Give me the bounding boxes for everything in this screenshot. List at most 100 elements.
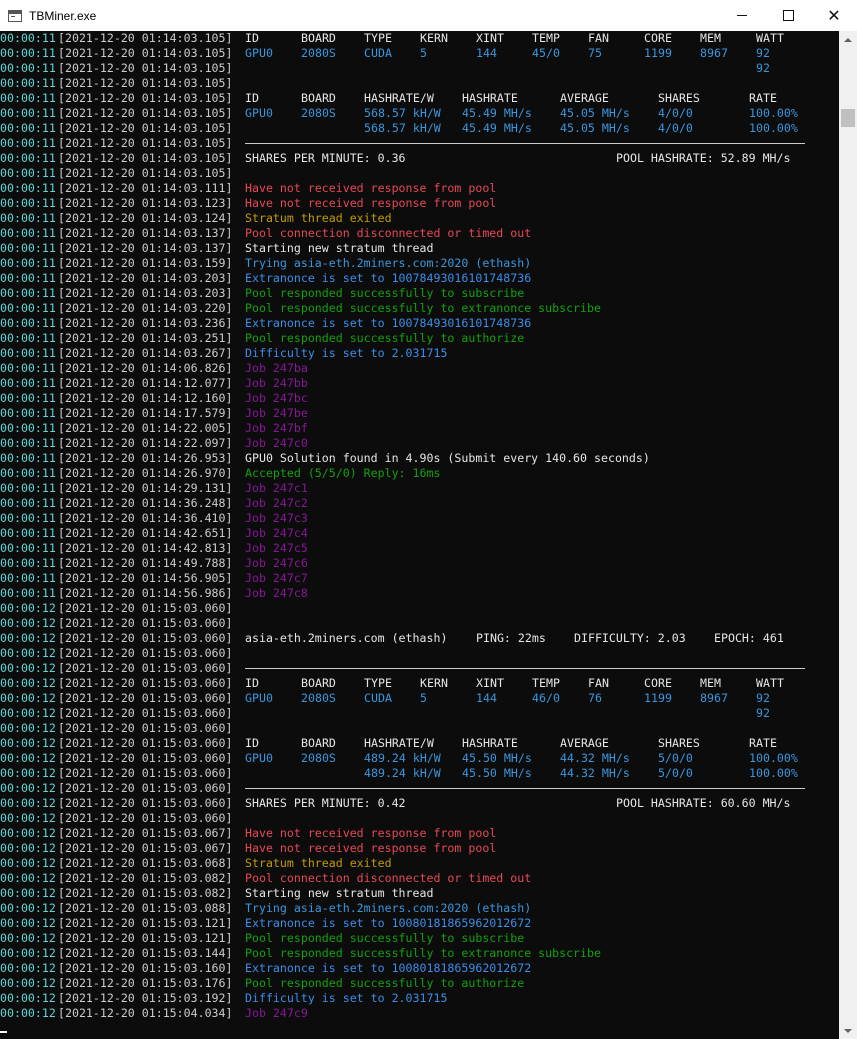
log-message: Job 247c2 (245, 496, 308, 510)
scroll-down-arrow-icon[interactable] (839, 1022, 857, 1039)
log-timestamp: [2021-12-20 01:14:03.105] (58, 151, 233, 165)
console-line: 00:00:12 [2021-12-20 01:15:03.067] Have no… (0, 841, 839, 856)
scroll-up-arrow-icon[interactable] (839, 31, 857, 48)
vertical-scrollbar[interactable] (839, 31, 857, 1039)
log-field: 45.49 MH/s (462, 106, 532, 120)
console-line: 00:00:12 [2021-12-20 01:15:03.060] 92 (0, 706, 839, 721)
log-message: Pool connection disconnected or timed ou… (245, 871, 532, 885)
console-line: 00:00:12 [2021-12-20 01:15:03.067] Have no… (0, 826, 839, 841)
elapsed-time: 00:00:11 (0, 496, 56, 510)
log-field: 568.57 kH/W (364, 121, 441, 135)
maximize-button[interactable] (765, 0, 811, 31)
console-line: 00:00:11 [2021-12-20 01:14:03.203] Extrano… (0, 271, 839, 286)
log-timestamp: [2021-12-20 01:14:03.159] (58, 256, 233, 270)
elapsed-time: 00:00:12 (0, 646, 56, 660)
log-timestamp: [2021-12-20 01:14:56.905] (58, 571, 233, 585)
console-line: 00:00:11 [2021-12-20 01:14:03.111] Have no… (0, 181, 839, 196)
log-message: Extranonce is set to 1008018186596201267… (245, 916, 532, 930)
console-line: 00:00:12 [2021-12-20 01:15:04.034] Job 247… (0, 1006, 839, 1021)
log-message: Job 247c9 (245, 1006, 308, 1020)
console-line: 00:00:12 [2021-12-20 01:15:03.060] 489.24 … (0, 766, 839, 781)
log-field: 75 (588, 46, 602, 60)
log-message: Job 247c8 (245, 586, 308, 600)
console-line: 00:00:12 [2021-12-20 01:15:03.060] GPU0 208… (0, 691, 839, 706)
log-timestamp: [2021-12-20 01:15:03.060] (58, 781, 233, 795)
log-timestamp: [2021-12-20 01:14:03.203] (58, 286, 233, 300)
elapsed-time: 00:00:12 (0, 991, 56, 1005)
log-timestamp: [2021-12-20 01:15:03.060] (58, 646, 233, 660)
log-field: 44.32 MH/s (560, 751, 630, 765)
log-field: 144 (476, 46, 497, 60)
console-line: 00:00:11 [2021-12-20 01:14:56.905] Job 247… (0, 571, 839, 586)
log-field: 5/0/0 (658, 751, 693, 765)
console-line: 00:00:11 [2021-12-20 01:14:03.123] Have no… (0, 196, 839, 211)
log-field: KERN (420, 676, 448, 690)
elapsed-time: 00:00:11 (0, 256, 56, 270)
log-field: FAN (588, 31, 609, 45)
elapsed-time: 00:00:12 (0, 751, 56, 765)
elapsed-time: 00:00:11 (0, 76, 56, 90)
log-field: FAN (588, 676, 609, 690)
log-timestamp: [2021-12-20 01:15:03.192] (58, 991, 233, 1005)
elapsed-time: 00:00:11 (0, 571, 56, 585)
elapsed-time: 00:00:11 (0, 511, 56, 525)
log-timestamp: [2021-12-20 01:14:36.410] (58, 511, 233, 525)
log-message: Starting new stratum thread (245, 241, 434, 255)
elapsed-time: 00:00:11 (0, 541, 56, 555)
log-field: 92 (756, 61, 770, 75)
console-line: 00:00:12 [2021-12-20 01:15:03.060] GPU0 208… (0, 751, 839, 766)
scrollbar-thumb[interactable] (841, 108, 855, 127)
elapsed-time: 00:00:12 (0, 826, 56, 840)
close-button[interactable]: ✕ (811, 0, 857, 31)
log-timestamp: [2021-12-20 01:15:03.176] (58, 976, 233, 990)
log-field: BOARD (301, 31, 336, 45)
log-field: HASHRATE/W (364, 91, 434, 105)
log-field: 100.00% (749, 106, 798, 120)
log-timestamp: [2021-12-20 01:14:12.160] (58, 391, 233, 405)
log-timestamp: [2021-12-20 01:14:26.953] (58, 451, 233, 465)
log-field: 144 (476, 691, 497, 705)
log-field: HASHRATE (462, 91, 518, 105)
console-line: 00:00:11 [2021-12-20 01:14:26.970] Accepte… (0, 466, 839, 481)
elapsed-time: 00:00:11 (0, 406, 56, 420)
separator-line (245, 668, 805, 669)
elapsed-time: 00:00:12 (0, 856, 56, 870)
console-line: 00:00:12 [2021-12-20 01:15:03.060] (0, 646, 839, 661)
log-timestamp: [2021-12-20 01:14:03.105] (58, 121, 233, 135)
log-field: RATE (749, 91, 777, 105)
elapsed-time: 00:00:12 (0, 601, 56, 615)
console-line: 00:00:12 [2021-12-20 01:15:03.176] Pool re… (0, 976, 839, 991)
console-line: 00:00:11 [2021-12-20 01:14:03.105] ID BOARD… (0, 91, 839, 106)
console-line: 00:00:12 [2021-12-20 01:15:03.060] asia-et… (0, 631, 839, 646)
elapsed-time: 00:00:12 (0, 661, 56, 675)
elapsed-time: 00:00:12 (0, 931, 56, 945)
log-field: BOARD (301, 91, 336, 105)
log-field: 100.00% (749, 121, 798, 135)
elapsed-time: 00:00:11 (0, 31, 56, 45)
console-output[interactable]: 00:00:11 [2021-12-20 01:14:03.105] ID BOARD… (0, 31, 839, 1039)
log-timestamp: [2021-12-20 01:15:03.060] (58, 706, 233, 720)
console-line: 00:00:12 [2021-12-20 01:15:03.144] Pool re… (0, 946, 839, 961)
log-field: CORE (644, 31, 672, 45)
log-timestamp: [2021-12-20 01:15:03.067] (58, 841, 233, 855)
console-app-icon (8, 9, 22, 22)
console-line: 00:00:12 [2021-12-20 01:15:03.160] Extrano… (0, 961, 839, 976)
elapsed-time: 00:00:12 (0, 871, 56, 885)
console-line: 00:00:11 [2021-12-20 01:14:03.105] 568.57 … (0, 121, 839, 136)
log-field: 8967 (700, 46, 728, 60)
elapsed-time: 00:00:11 (0, 526, 56, 540)
log-field: KERN (420, 31, 448, 45)
log-timestamp: [2021-12-20 01:14:03.123] (58, 196, 233, 210)
title-bar[interactable]: TBMiner.exe ✕ (0, 0, 857, 31)
console-line: 00:00:12 [2021-12-20 01:15:03.082] Pool co… (0, 871, 839, 886)
elapsed-time: 00:00:11 (0, 466, 56, 480)
elapsed-time: 00:00:11 (0, 151, 56, 165)
minimize-button[interactable] (719, 0, 765, 31)
log-field: 92 (756, 691, 770, 705)
log-field: SHARES (658, 91, 700, 105)
console-line: 00:00:11 [2021-12-20 01:14:17.579] Job 247… (0, 406, 839, 421)
log-message: Pool responded successfully to subscribe (245, 286, 525, 300)
separator-line (245, 143, 805, 144)
log-field: 76 (588, 691, 602, 705)
elapsed-time: 00:00:12 (0, 766, 56, 780)
